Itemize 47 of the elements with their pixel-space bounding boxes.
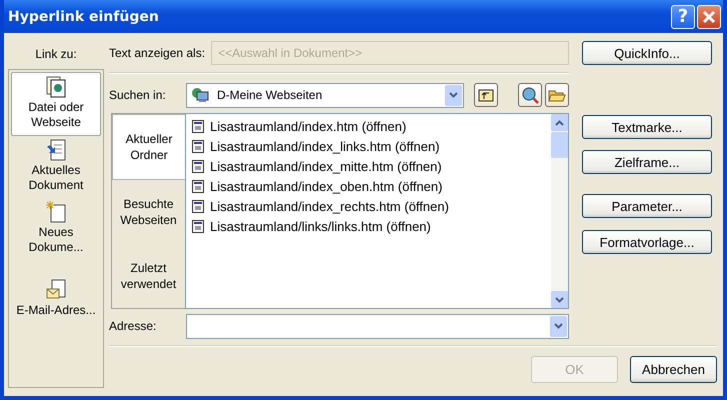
view-tab[interactable]: Zuletzt verwendet: [112, 244, 185, 308]
scrollbar[interactable]: [551, 114, 568, 308]
address-field[interactable]: [186, 314, 569, 338]
scroll-thumb[interactable]: [551, 132, 568, 158]
view-tab[interactable]: Besuchte Webseiten: [112, 180, 185, 244]
close-button[interactable]: [697, 4, 721, 28]
window-title: Hyperlink einfügen: [8, 8, 160, 24]
computer-globe-icon: [191, 87, 209, 103]
html-file-icon: [192, 160, 204, 172]
scroll-down-button[interactable]: [551, 291, 568, 308]
display-text-label: Text anzeigen als:: [109, 46, 206, 60]
link-type-item[interactable]: Aktuelles Dokument: [11, 136, 101, 198]
dialog-button[interactable]: Formatvorlage...: [582, 230, 712, 254]
file-item[interactable]: Lisastraumland/index.htm (öffnen): [210, 118, 406, 134]
search-in-dropdown[interactable]: D-Meine Webseiten: [186, 82, 464, 108]
dialog-button[interactable]: QuickInfo...: [582, 41, 712, 65]
html-file-icon: [192, 200, 204, 212]
scroll-up-button[interactable]: [551, 114, 568, 131]
view-tab[interactable]: Aktueller Ordner: [112, 114, 186, 180]
file-item[interactable]: Lisastraumland/index_mitte.htm (öffnen): [210, 158, 442, 174]
file-item[interactable]: Lisastraumland/links/links.htm (öffnen): [210, 218, 431, 234]
file-item[interactable]: Lisastraumland/index_oben.htm (öffnen): [210, 178, 442, 194]
html-file-icon: [192, 120, 204, 132]
html-file-icon: [192, 220, 204, 232]
dialog-button[interactable]: Abbrechen: [630, 356, 717, 383]
link-type-item[interactable]: E-Mail-Adres...: [11, 276, 101, 323]
html-file-icon: [192, 180, 204, 192]
file-item[interactable]: Lisastraumland/index_rechts.htm (öffnen): [210, 198, 449, 214]
dialog-button[interactable]: Zielframe...: [582, 150, 712, 174]
dialog-button[interactable]: Parameter...: [582, 194, 712, 218]
document-envelope-icon: [46, 279, 66, 301]
address-label: Adresse:: [109, 319, 158, 333]
file-item[interactable]: Lisastraumland/index_links.htm (öffnen): [210, 138, 440, 154]
dialog-button[interactable]: Textmarke...: [582, 115, 712, 139]
magnifier-icon: [521, 86, 539, 104]
html-file-icon: [192, 140, 204, 152]
link-type-item[interactable]: Neues Dokume...: [11, 198, 101, 260]
open-folder-button[interactable]: [545, 83, 569, 107]
search-in-label: Suchen in:: [109, 88, 167, 102]
web-search-button[interactable]: [518, 83, 542, 107]
folder-up-button[interactable]: [474, 83, 498, 107]
link-to-label: Link zu:: [34, 46, 78, 63]
document-arrow-icon: [46, 139, 66, 161]
link-type-item[interactable]: Datei oder Webseite: [11, 72, 101, 136]
document-globe-icon: [46, 76, 66, 98]
new-document-icon: [46, 201, 66, 223]
folder-up-icon: [478, 88, 494, 102]
